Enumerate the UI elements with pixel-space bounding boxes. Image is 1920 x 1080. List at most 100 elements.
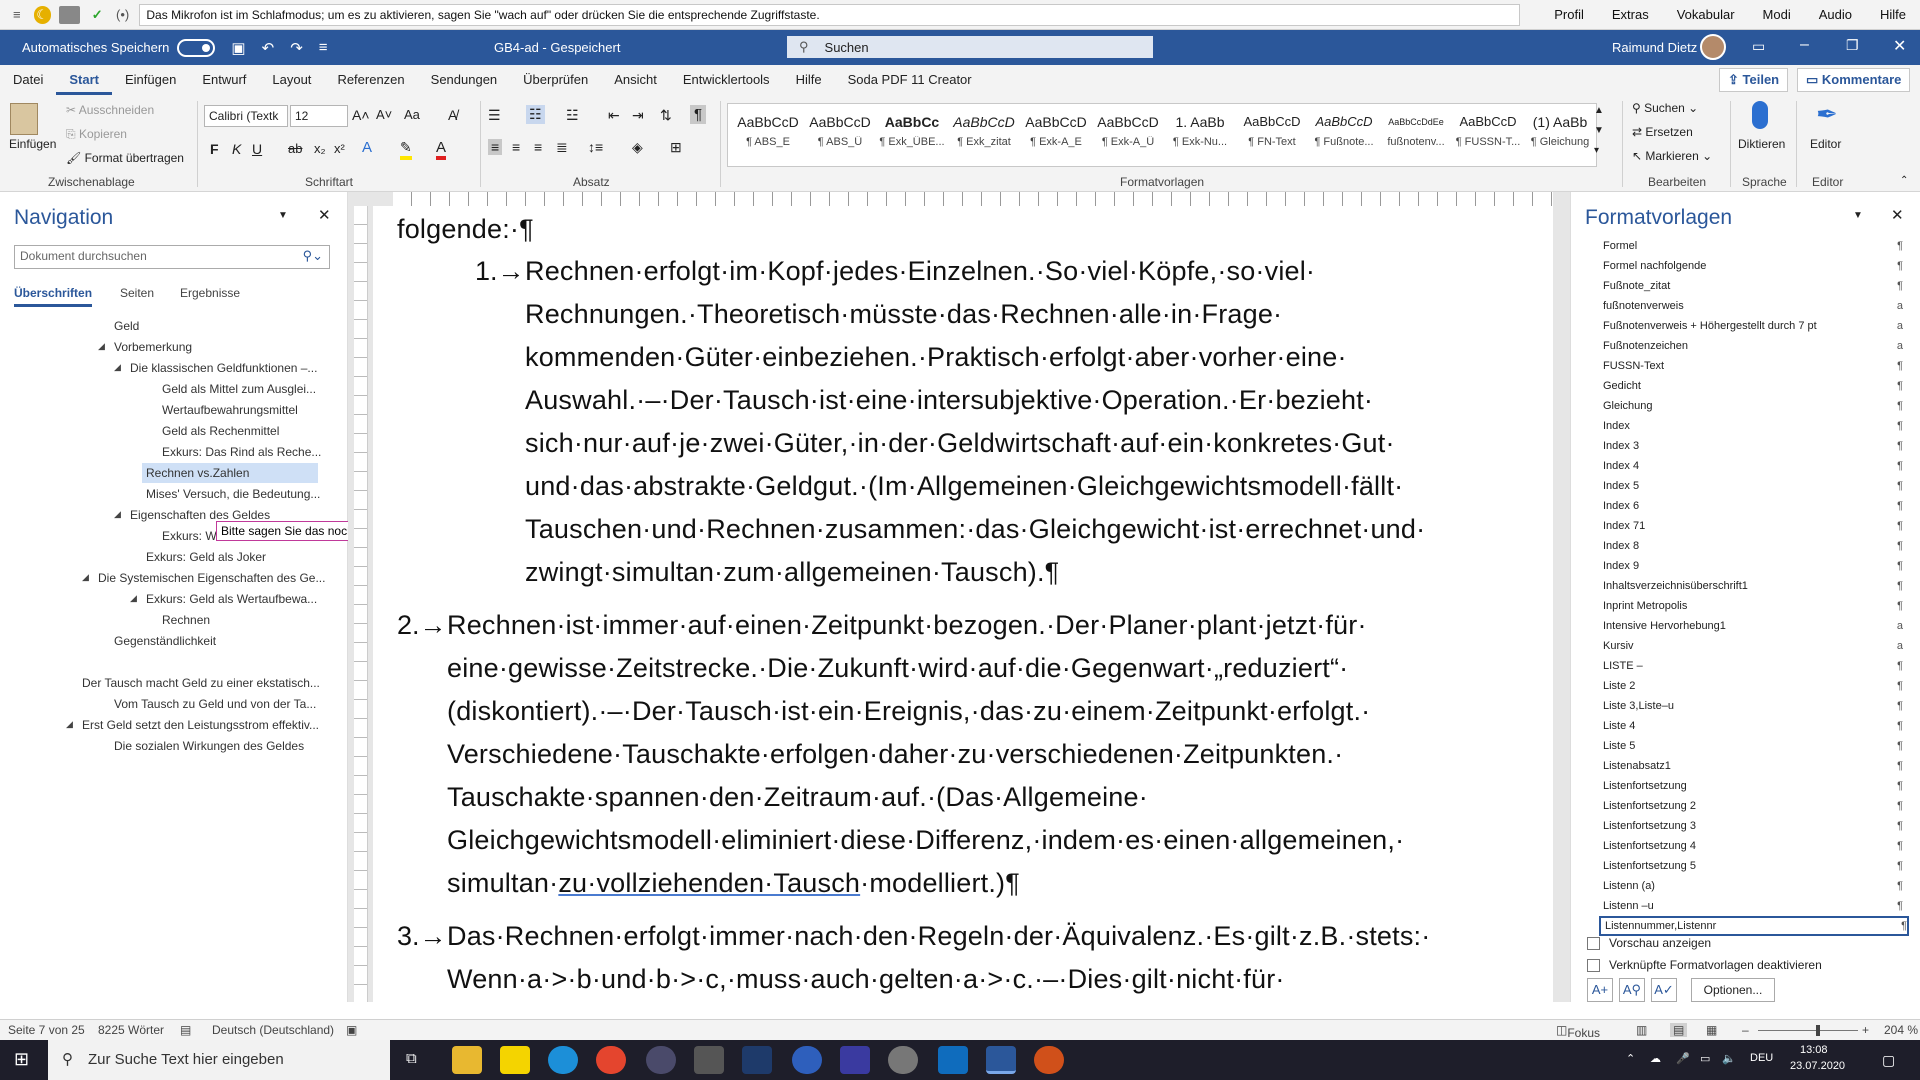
nav-heading[interactable]: Erst Geld setzt den Leistungsstrom effek… (82, 715, 319, 735)
windows-start-icon[interactable]: ⊞ (14, 1049, 29, 1070)
style-item[interactable]: Fußnotenzeichen a (1603, 336, 1903, 356)
subscript-icon[interactable]: x₂ (314, 141, 326, 156)
zoom-slider-thumb[interactable] (1816, 1025, 1820, 1036)
italic-icon[interactable]: K (232, 141, 241, 157)
dragon-naturally-speaking-icon[interactable] (1034, 1046, 1064, 1074)
nav-heading[interactable]: Exkurs: Geld als Joker (146, 547, 266, 567)
tab-ueberpruefen[interactable]: Überprüfen (510, 65, 601, 95)
style-item[interactable]: Listenfortsetzung 2 ¶ (1603, 796, 1903, 816)
nav-close-icon[interactable]: ✕ (318, 206, 331, 224)
style-item[interactable]: Listenn –u ¶ (1603, 896, 1903, 916)
new-style-icon[interactable]: A+ (1587, 978, 1613, 1002)
show-formatting-marks-icon[interactable]: ¶ (690, 105, 707, 124)
dragon-icon[interactable] (694, 1046, 724, 1074)
app-icon[interactable] (840, 1046, 870, 1074)
microphone-tray-icon[interactable]: 🎤 (1676, 1052, 1690, 1065)
ribbon-display-icon[interactable]: ▭ (1752, 38, 1765, 55)
style-item[interactable]: Index 5 ¶ (1603, 476, 1903, 496)
justify-icon[interactable]: ≣ (556, 139, 568, 156)
chrome-icon[interactable] (596, 1046, 626, 1074)
styles-scroll-up-icon[interactable]: ▲ (1594, 105, 1604, 116)
copy-button[interactable]: ⎘ Kopieren (66, 127, 127, 142)
superscript-icon[interactable]: x² (334, 141, 345, 156)
change-case-icon[interactable]: Aa (404, 107, 420, 122)
style-item[interactable]: Listenfortsetzung 5 ¶ (1603, 856, 1903, 876)
nav-heading[interactable]: Der Tausch macht Geld zu einer ekstatisc… (82, 673, 320, 693)
tab-einfuegen[interactable]: Einfügen (112, 65, 189, 95)
microphone-sleep-icon[interactable]: ☾ (33, 5, 51, 24)
style-exk-ube[interactable]: AaBbCc ¶ Exk_ÜBE... (876, 108, 948, 164)
app-icon[interactable] (888, 1046, 918, 1074)
style-gleichung[interactable]: (1) AaBb ¶ Gleichung (1524, 108, 1596, 164)
security-app-icon[interactable] (646, 1046, 676, 1074)
sync-app-icon[interactable] (792, 1046, 822, 1074)
vertical-ruler[interactable] (354, 206, 368, 1002)
minimize-icon[interactable]: – (1800, 36, 1809, 54)
align-center-icon[interactable]: ≡ (512, 139, 520, 155)
shrink-font-icon[interactable]: A˅ (376, 107, 392, 122)
speech-menu-extras[interactable]: Extras (1612, 7, 1649, 22)
horizontal-ruler[interactable] (393, 192, 1553, 206)
tab-start[interactable]: Start (56, 65, 112, 95)
customize-toolbar-icon[interactable]: ≡ (319, 39, 328, 56)
grow-font-icon[interactable]: A˄ (352, 107, 370, 123)
save-icon[interactable]: ▣ (231, 39, 245, 57)
speech-window-icon[interactable] (59, 5, 81, 24)
comments-button[interactable]: ▭ Kommentare (1797, 68, 1911, 92)
tab-layout[interactable]: Layout (259, 65, 324, 95)
tab-entwurf[interactable]: Entwurf (189, 65, 259, 95)
style-abs-ue[interactable]: AaBbCcD ¶ ABS_Ü (804, 108, 876, 164)
undo-icon[interactable]: ↶ (262, 39, 275, 57)
editor-button[interactable]: Editor (1810, 137, 1841, 151)
linked-styles-checkbox[interactable] (1587, 959, 1600, 972)
style-item[interactable]: FUSSN-Text ¶ (1603, 356, 1903, 376)
style-item[interactable]: Listenfortsetzung 4 ¶ (1603, 836, 1903, 856)
page-count[interactable]: Seite 7 von 25 (8, 1023, 85, 1037)
font-color-icon[interactable]: A (436, 139, 447, 160)
style-item[interactable]: Index 6 ¶ (1603, 496, 1903, 516)
onedrive-icon[interactable]: ☁ (1650, 1052, 1661, 1065)
style-item-current[interactable]: Listennummer,Listennr ¶ (1599, 916, 1909, 936)
nav-heading[interactable]: Die sozialen Wirkungen des Geldes (114, 736, 304, 756)
paste-button[interactable]: Einfügen (9, 137, 56, 151)
tab-sendungen[interactable]: Sendungen (418, 65, 511, 95)
collapse-triangle-icon[interactable]: ◢ (114, 362, 121, 373)
zoom-in-icon[interactable]: + (1862, 1023, 1869, 1037)
tab-ansicht[interactable]: Ansicht (601, 65, 670, 95)
avatar[interactable] (1700, 34, 1726, 60)
underline-icon[interactable]: U (252, 141, 262, 157)
zoom-out-icon[interactable]: – (1742, 1023, 1749, 1037)
outlook-icon[interactable] (938, 1046, 968, 1074)
search-icon[interactable]: ⚲⌄ (303, 248, 323, 264)
style-item[interactable]: Listenn (a) ¶ (1603, 876, 1903, 896)
check-icon[interactable]: ✓ (88, 6, 106, 24)
speech-menu-hilfe[interactable]: Hilfe (1880, 7, 1906, 22)
font-size-box[interactable]: 12 (290, 105, 348, 127)
redo-icon[interactable]: ↷ (290, 39, 303, 57)
nav-heading[interactable]: Vom Tausch zu Geld und von der Ta... (114, 694, 316, 714)
style-item[interactable]: Index ¶ (1603, 416, 1903, 436)
collapse-triangle-icon[interactable]: ◢ (130, 593, 137, 604)
styles-more-icon[interactable]: ▾ (1594, 145, 1599, 156)
microphone-icon[interactable] (1752, 101, 1768, 129)
cut-button[interactable]: ✂ Ausschneiden (66, 103, 154, 117)
multilevel-list-icon[interactable]: ☳ (566, 107, 579, 124)
manage-styles-icon[interactable]: A✓ (1651, 978, 1677, 1002)
tray-chevron-icon[interactable]: ⌃ (1626, 1052, 1635, 1065)
nav-heading[interactable]: Wertaufbewahrungsmittel (162, 400, 298, 420)
nav-tab-results[interactable]: Ergebnisse (180, 286, 240, 300)
nav-heading[interactable]: Geld (114, 316, 139, 336)
style-item[interactable]: Index 8 ¶ (1603, 536, 1903, 556)
tab-entwicklertools[interactable]: Entwicklertools (670, 65, 783, 95)
taskbar-search-box[interactable]: ⚲ Zur Suche Text hier eingeben (48, 1040, 390, 1080)
tab-hilfe[interactable]: Hilfe (783, 65, 835, 95)
tab-datei[interactable]: Datei (0, 65, 56, 95)
bold-icon[interactable]: F (210, 141, 219, 157)
preview-checkbox[interactable] (1587, 937, 1600, 950)
format-painter-button[interactable]: 🖌 Format übertragen (66, 151, 184, 165)
style-item[interactable]: Fußnotenverweis + Höhergestellt durch 7 … (1603, 316, 1903, 336)
text-effects-icon[interactable]: A (362, 139, 372, 156)
web-layout-icon[interactable]: ▦ (1706, 1023, 1717, 1037)
style-fussnote[interactable]: AaBbCcD ¶ Fußnote... (1308, 108, 1380, 164)
style-item[interactable]: Liste 2 ¶ (1603, 676, 1903, 696)
